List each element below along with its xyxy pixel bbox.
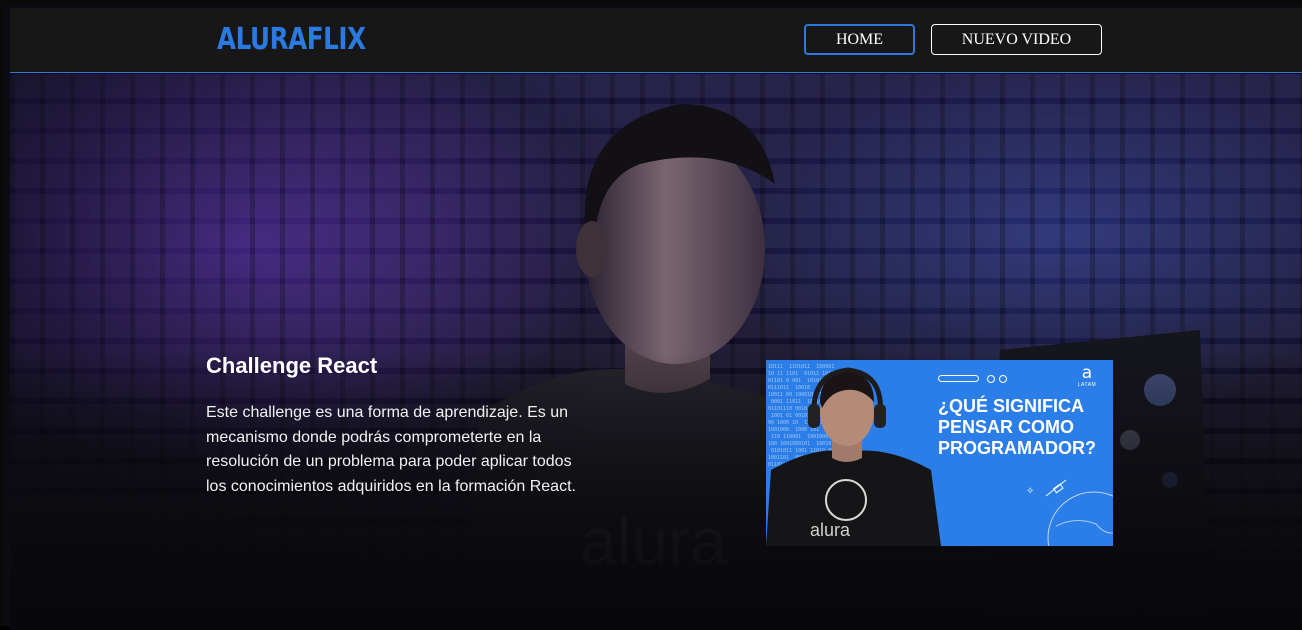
decor-pill-shape [938,375,979,382]
new-video-button[interactable]: NUEVO VIDEO [931,24,1102,55]
svg-text:alura: alura [810,520,851,540]
decor-dot-1 [987,375,995,383]
alura-logo-mark: a [1081,363,1093,383]
home-button[interactable]: HOME [804,24,915,55]
instructor-with-headphones: alura [766,367,941,546]
alura-latam-logo: a LATAM [1072,364,1102,388]
hero-banner: alura Challenge React Este challenge es … [10,74,1302,630]
svg-text:✧: ✧ [1026,486,1034,497]
aluraflix-logo[interactable]: ALURAFLIX [217,22,366,57]
featured-video-thumbnail[interactable]: 10111 1101011 100001 10 11 1101 01011 10… [766,360,1113,546]
video-headline: ¿QUÉ SIGNIFICA PENSAR COMO PROGRAMADOR? [938,396,1096,458]
top-navbar: ALURAFLIX HOME NUEVO VIDEO [10,8,1302,73]
app-frame: ALURAFLIX HOME NUEVO VIDEO Challenge Rea… [0,0,1302,630]
globe-satellite-illustration: ✧ [1026,479,1113,546]
decor-dot-2 [999,375,1007,383]
hero-title: Challenge React [206,353,378,378]
latam-label: LATAM [1077,382,1097,388]
hero-description: Este challenge es una forma de aprendiza… [206,404,576,495]
